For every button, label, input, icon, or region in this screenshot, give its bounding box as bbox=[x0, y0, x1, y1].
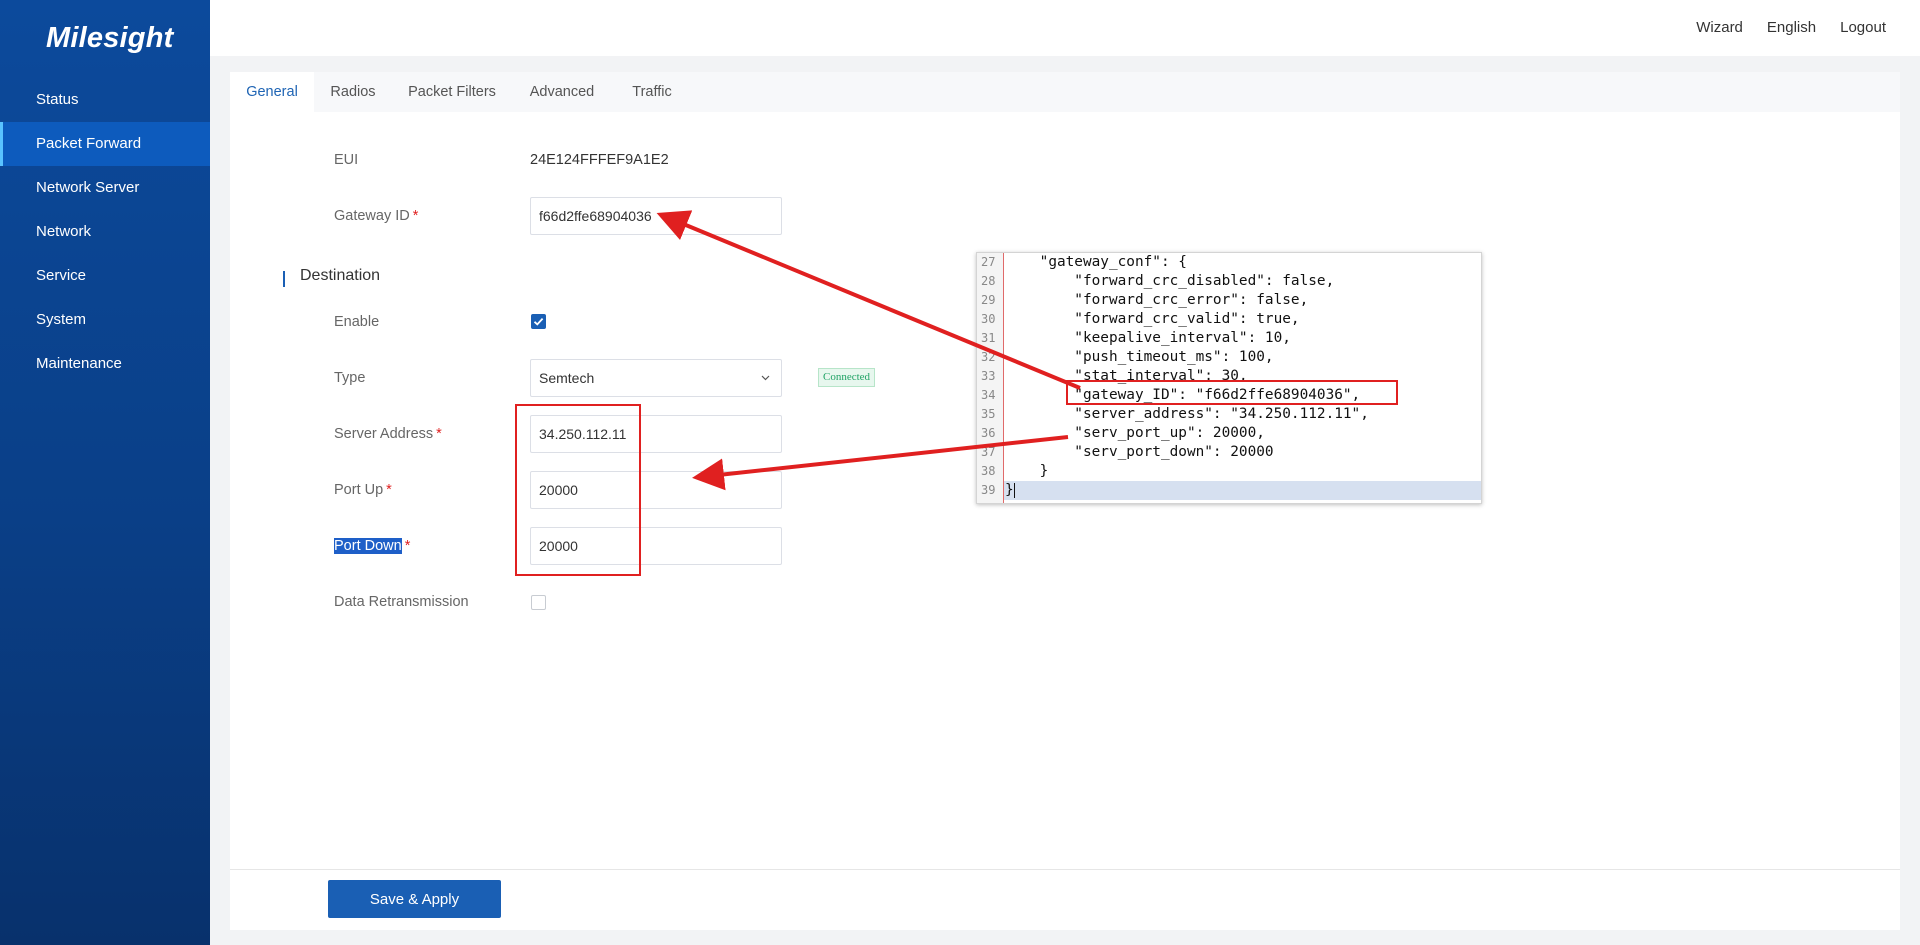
line-text: } bbox=[1005, 482, 1015, 498]
line-number: 37 bbox=[981, 445, 996, 459]
chevron-down-icon bbox=[761, 375, 770, 381]
line-number: 30 bbox=[981, 312, 996, 326]
tab-radios[interactable]: Radios bbox=[314, 72, 392, 112]
line-number: 31 bbox=[981, 331, 996, 345]
tab-traffic[interactable]: Traffic bbox=[612, 72, 692, 112]
enable-checkbox[interactable] bbox=[531, 314, 546, 329]
line-text: "forward_crc_disabled": false, bbox=[1005, 273, 1335, 289]
port-up-label: Port Up * bbox=[334, 482, 392, 498]
line-number: 28 bbox=[981, 274, 996, 288]
server-address-label-text: Server Address bbox=[334, 426, 434, 442]
eui-value: 24E124FFFEF9A1E2 bbox=[530, 152, 669, 168]
code-line: 30 "forward_crc_valid": true, bbox=[977, 310, 1481, 329]
sidebar-item-network-server[interactable]: Network Server bbox=[0, 166, 210, 210]
header-links: Wizard English Logout bbox=[1696, 19, 1886, 36]
tab-packet-filters[interactable]: Packet Filters bbox=[392, 72, 512, 112]
eui-label: EUI bbox=[334, 152, 359, 168]
tab-general[interactable]: General bbox=[230, 72, 314, 112]
milesight-logo: Milesight bbox=[46, 22, 174, 54]
line-number: 29 bbox=[981, 293, 996, 307]
code-line: 38 } bbox=[977, 462, 1481, 481]
required-mark: * bbox=[436, 426, 442, 442]
line-number: 34 bbox=[981, 388, 996, 402]
line-text: "serv_port_down": 20000 bbox=[1005, 444, 1274, 460]
gateway-id-label: Gateway ID * bbox=[334, 208, 418, 224]
data-retransmission-label: Data Retransmission bbox=[334, 594, 469, 610]
tab-advanced[interactable]: Advanced bbox=[512, 72, 612, 112]
required-mark: * bbox=[404, 538, 411, 554]
line-text: "serv_port_up": 20000, bbox=[1005, 425, 1265, 441]
save-apply-button[interactable]: Save & Apply bbox=[328, 880, 501, 918]
code-line: 29 "forward_crc_error": false, bbox=[977, 291, 1481, 310]
connection-status-badge: Connected bbox=[818, 368, 876, 387]
annotation-box-fields bbox=[515, 404, 641, 576]
code-line: 36 "serv_port_up": 20000, bbox=[977, 424, 1481, 443]
type-select-value: Semtech bbox=[539, 370, 595, 386]
type-select[interactable]: Semtech bbox=[530, 359, 782, 397]
code-line: 37 "serv_port_down": 20000 bbox=[977, 443, 1481, 462]
line-number: 39 bbox=[981, 483, 996, 497]
gateway-id-label-text: Gateway ID bbox=[334, 208, 410, 224]
line-text: "server_address": "34.250.112.11", bbox=[1005, 406, 1369, 422]
text-cursor bbox=[1014, 483, 1015, 498]
type-label: Type bbox=[334, 370, 366, 386]
code-line-highlighted: 39} bbox=[981, 481, 1481, 500]
gateway-id-input[interactable]: f66d2ffe68904036 bbox=[530, 197, 782, 235]
code-line: 28 "forward_crc_disabled": false, bbox=[977, 272, 1481, 291]
line-number: 35 bbox=[981, 407, 996, 421]
config-code-snippet: 27 "gateway_conf": { 28 "forward_crc_dis… bbox=[976, 252, 1482, 504]
language-link[interactable]: English bbox=[1767, 19, 1816, 36]
section-marker bbox=[283, 271, 285, 287]
enable-label: Enable bbox=[334, 314, 380, 330]
port-down-label-text: Port Down bbox=[334, 538, 402, 554]
check-icon bbox=[533, 317, 544, 326]
line-number: 32 bbox=[981, 350, 996, 364]
line-number: 38 bbox=[981, 464, 996, 478]
annotation-box-gateway-id bbox=[1066, 380, 1398, 405]
sidebar-item-service[interactable]: Service bbox=[0, 254, 210, 298]
port-up-label-text: Port Up bbox=[334, 482, 384, 498]
sidebar-item-packet-forward[interactable]: Packet Forward bbox=[0, 122, 210, 166]
line-text: "forward_crc_valid": true, bbox=[1005, 311, 1300, 327]
sidebar: Milesight Status Packet Forward Network … bbox=[0, 0, 210, 945]
top-bar: Wizard English Logout bbox=[210, 0, 1920, 56]
tab-bar: General Radios Packet Filters Advanced T… bbox=[230, 72, 1900, 112]
line-text: "keepalive_interval": 10, bbox=[1005, 330, 1291, 346]
line-text: "forward_crc_error": false, bbox=[1005, 292, 1309, 308]
code-line: 35 "server_address": "34.250.112.11", bbox=[977, 405, 1481, 424]
code-line: 31 "keepalive_interval": 10, bbox=[977, 329, 1481, 348]
code-line: 27 "gateway_conf": { bbox=[977, 253, 1481, 272]
destination-section-title: Destination bbox=[300, 267, 381, 284]
logout-link[interactable]: Logout bbox=[1840, 19, 1886, 36]
sidebar-item-system[interactable]: System bbox=[0, 298, 210, 342]
line-number: 36 bbox=[981, 426, 996, 440]
data-retransmission-checkbox[interactable] bbox=[531, 595, 546, 610]
sidebar-nav: Status Packet Forward Network Server Net… bbox=[0, 78, 210, 386]
sidebar-item-status[interactable]: Status bbox=[0, 78, 210, 122]
line-text: "push_timeout_ms": 100, bbox=[1005, 349, 1274, 365]
required-mark: * bbox=[386, 482, 392, 498]
line-text: "gateway_conf": { bbox=[1005, 254, 1187, 270]
line-number: 33 bbox=[981, 369, 996, 383]
code-line: 32 "push_timeout_ms": 100, bbox=[977, 348, 1481, 367]
sidebar-item-network[interactable]: Network bbox=[0, 210, 210, 254]
server-address-label: Server Address * bbox=[334, 426, 442, 442]
line-number: 27 bbox=[981, 255, 996, 269]
form-footer: Save & Apply bbox=[230, 869, 1900, 930]
sidebar-item-maintenance[interactable]: Maintenance bbox=[0, 342, 210, 386]
line-text: } bbox=[1005, 463, 1049, 479]
required-mark: * bbox=[412, 208, 419, 224]
port-down-label: Port Down * bbox=[334, 538, 410, 554]
wizard-link[interactable]: Wizard bbox=[1696, 19, 1743, 36]
